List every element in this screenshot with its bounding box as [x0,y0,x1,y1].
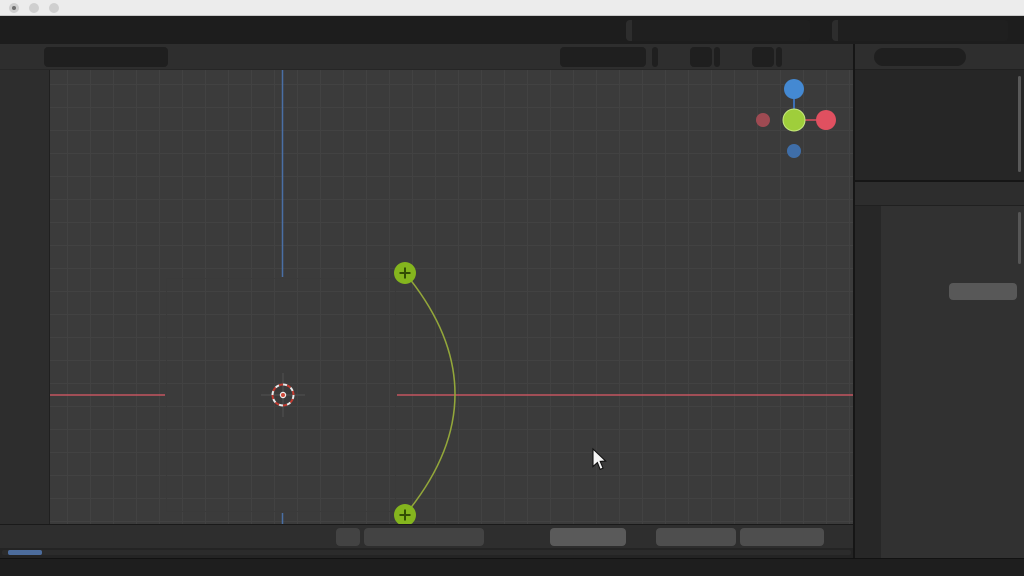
nav-gizmo[interactable] [756,79,836,158]
timeline [0,524,853,548]
tool-shelf [0,70,50,524]
orientation-dropdown[interactable] [560,47,646,67]
mouse-cursor [592,447,607,471]
zoom-window-button[interactable] [49,3,59,13]
falloff-dropdown[interactable] [776,47,782,67]
blender-window [0,0,1024,576]
nav-gizmo-minus-x-ball[interactable] [756,113,770,127]
scene-name[interactable] [632,19,806,41]
snap-target-dropdown[interactable] [652,47,658,67]
outliner-search-input[interactable] [874,47,966,66]
nav-gizmo-minus-z-ball[interactable] [787,144,801,158]
record-button[interactable] [336,528,360,546]
timeline-scrollbar-track[interactable] [2,550,851,555]
transport-controls [364,528,484,546]
steps-field[interactable] [949,283,1017,300]
snap-toggle-button[interactable] [690,47,712,67]
minimize-window-button[interactable] [29,3,39,13]
topbar [0,16,1024,44]
view-layer-selector[interactable] [832,19,1008,41]
mode-dropdown[interactable] [44,47,168,67]
scene-selector[interactable] [626,19,810,41]
frame-end-field[interactable] [740,528,824,546]
view-layer-name[interactable] [838,19,1004,41]
outliner-scrollbar[interactable] [1018,76,1021,172]
spin-gizmo-handle-bottom[interactable] [394,504,416,524]
nav-gizmo-z-ball[interactable] [784,79,804,99]
close-window-button[interactable] [9,3,19,13]
timeline-scrollbar-handle[interactable] [8,550,42,555]
titlebar [0,0,1024,16]
outliner-header [855,44,1024,70]
frame-start-field[interactable] [656,528,736,546]
timeline-scroll-strip [0,548,853,558]
area-divider[interactable] [855,180,1024,182]
properties-editor [855,182,1024,558]
viewport-3d[interactable] [50,70,853,524]
new-view-layer-button[interactable] [1004,19,1008,41]
new-scene-button[interactable] [806,19,810,41]
outliner [855,44,1024,181]
properties-scrollbar[interactable] [1018,212,1021,264]
properties-tab-column [855,206,881,558]
viewport-header [0,44,853,70]
spin-gizmo-handle-top[interactable] [394,262,416,284]
stopwatch-icon-button[interactable] [632,528,652,546]
snap-with-dropdown[interactable] [714,47,720,67]
nav-gizmo-y-ball[interactable] [782,108,806,132]
proportional-edit-button[interactable] [752,47,774,67]
properties-header[interactable] [855,182,1024,206]
statusbar [0,558,1024,576]
spin-gizmo-arc[interactable] [404,272,456,516]
current-frame-field[interactable] [550,528,626,546]
spun-cube-mesh[interactable] [166,278,396,512]
area-divider[interactable] [853,44,855,558]
nav-gizmo-x-ball[interactable] [816,110,836,130]
